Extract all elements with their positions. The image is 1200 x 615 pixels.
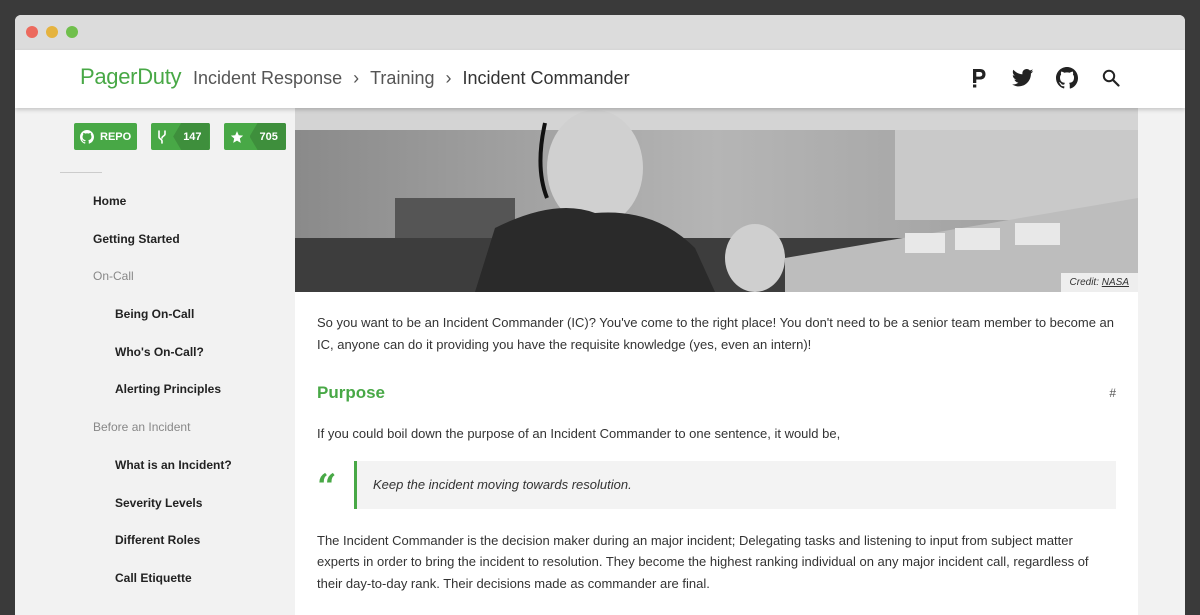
sidebar: REPO 147 705 Home Getting Started On-Call B…	[15, 108, 295, 615]
star-count: 705	[249, 123, 286, 150]
sidebar-divider	[60, 172, 102, 173]
sidebar-nav: Home Getting Started On-Call Being On-Call W…	[15, 194, 232, 609]
section-heading: Purpose	[317, 383, 386, 402]
pagerduty-icon[interactable]	[967, 66, 991, 90]
intro-paragraph: So you want to be an Incident Commander …	[317, 315, 1115, 352]
credit-link[interactable]: NASA	[1102, 277, 1129, 288]
fork-icon	[151, 123, 173, 150]
heading-anchor-link[interactable]: #	[1109, 386, 1116, 400]
section-heading-row: Purpose #	[317, 383, 1116, 409]
breadcrumb-separator: ›	[445, 68, 452, 88]
sidebar-item-severity-levels[interactable]: Severity Levels	[15, 496, 232, 534]
sidebar-item-who-s-on-call[interactable]: Who's On-Call?	[15, 345, 232, 383]
github-icon[interactable]	[1055, 66, 1079, 90]
quote-icon: “	[317, 466, 337, 507]
hero-credit: Credit: NASA	[1060, 273, 1138, 292]
sidebar-item-different-roles[interactable]: Different Roles	[15, 533, 232, 571]
credit-label: Credit:	[1069, 277, 1102, 288]
repo-badge-label: REPO	[100, 130, 132, 143]
breadcrumb-training[interactable]: Training	[370, 68, 434, 88]
article-body: So you want to be an Incident Commander …	[295, 312, 1138, 594]
brand-logo[interactable]: PagerDuty	[80, 64, 182, 90]
fork-badge[interactable]: 147	[151, 123, 210, 150]
header-icons	[967, 66, 1123, 90]
repo-badge[interactable]: REPO	[74, 123, 138, 150]
twitter-icon[interactable]	[1011, 66, 1035, 90]
blockquote: “ Keep the incident moving towards resol…	[317, 460, 1116, 509]
title-bar	[15, 15, 1185, 50]
fork-count: 147	[173, 123, 210, 150]
sidebar-item-home[interactable]: Home	[15, 194, 232, 232]
ic-description-paragraph: The Incident Commander is the decision m…	[317, 532, 1089, 591]
sidebar-item-being-on-call[interactable]: Being On-Call	[15, 307, 232, 345]
github-icon	[80, 129, 94, 144]
star-icon	[224, 123, 250, 150]
sidebar-item-getting-started[interactable]: Getting Started	[15, 232, 232, 270]
close-window-button[interactable]	[26, 26, 38, 38]
sidebar-item-on-call[interactable]: On-Call	[15, 269, 232, 307]
sidebar-item-before-an-incident[interactable]: Before an Incident	[15, 420, 232, 458]
breadcrumb-current: Incident Commander	[462, 68, 630, 88]
breadcrumb: Incident Response › Training › Incident Comm…	[193, 68, 630, 89]
star-badge[interactable]: 705	[223, 123, 286, 150]
repo-badge-content: REPO	[74, 123, 137, 150]
quote-box: Keep the incident moving towards resolut…	[354, 460, 1116, 509]
hero-photo	[295, 108, 1138, 292]
sidebar-item-alerting-principles[interactable]: Alerting Principles	[15, 382, 232, 420]
hero-image: Credit: NASA	[295, 108, 1138, 292]
breadcrumb-separator: ›	[353, 68, 360, 88]
breadcrumb-incident-response[interactable]: Incident Response	[193, 68, 342, 88]
purpose-paragraph: If you could boil down the purpose of an…	[317, 426, 841, 441]
sidebar-item-call-etiquette[interactable]: Call Etiquette	[15, 571, 232, 609]
github-badges: REPO 147 705	[74, 123, 286, 150]
browser-window: PagerDuty Incident Response › Training › Inc…	[15, 15, 1185, 615]
minimize-window-button[interactable]	[46, 26, 58, 38]
maximize-window-button[interactable]	[66, 26, 78, 38]
main-content: Credit: NASA So you want to be an Incide…	[295, 108, 1138, 615]
search-icon[interactable]	[1099, 66, 1123, 90]
site-header: PagerDuty Incident Response › Training › Inc…	[15, 50, 1185, 108]
sidebar-item-what-is-an-incident[interactable]: What is an Incident?	[15, 458, 232, 496]
quote-text: Keep the incident moving towards resolut…	[373, 476, 632, 492]
